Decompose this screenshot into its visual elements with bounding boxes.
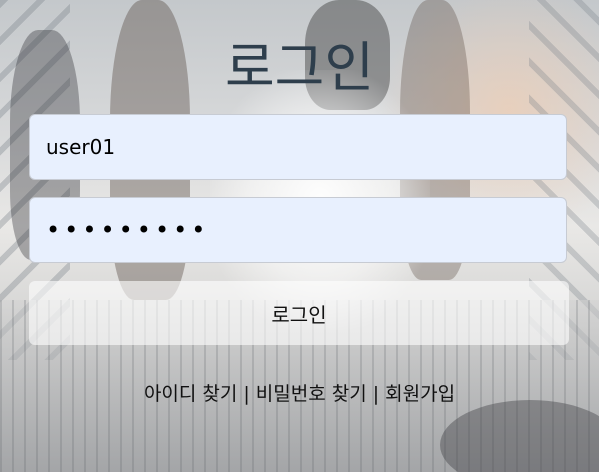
find-id-link[interactable]: 아이디 찾기 [144,383,237,405]
link-separator: | [243,383,250,405]
signup-link[interactable]: 회원가입 [385,383,455,405]
page-title: 로그인 [224,36,375,99]
id-input[interactable] [29,114,567,180]
find-password-link[interactable]: 비밀번호 찾기 [256,383,367,405]
account-links: 아이디 찾기 | 비밀번호 찾기 | 회원가입 [0,380,599,408]
login-button[interactable]: 로그인 [29,281,569,345]
password-input[interactable] [29,197,567,263]
link-separator: | [372,383,380,405]
